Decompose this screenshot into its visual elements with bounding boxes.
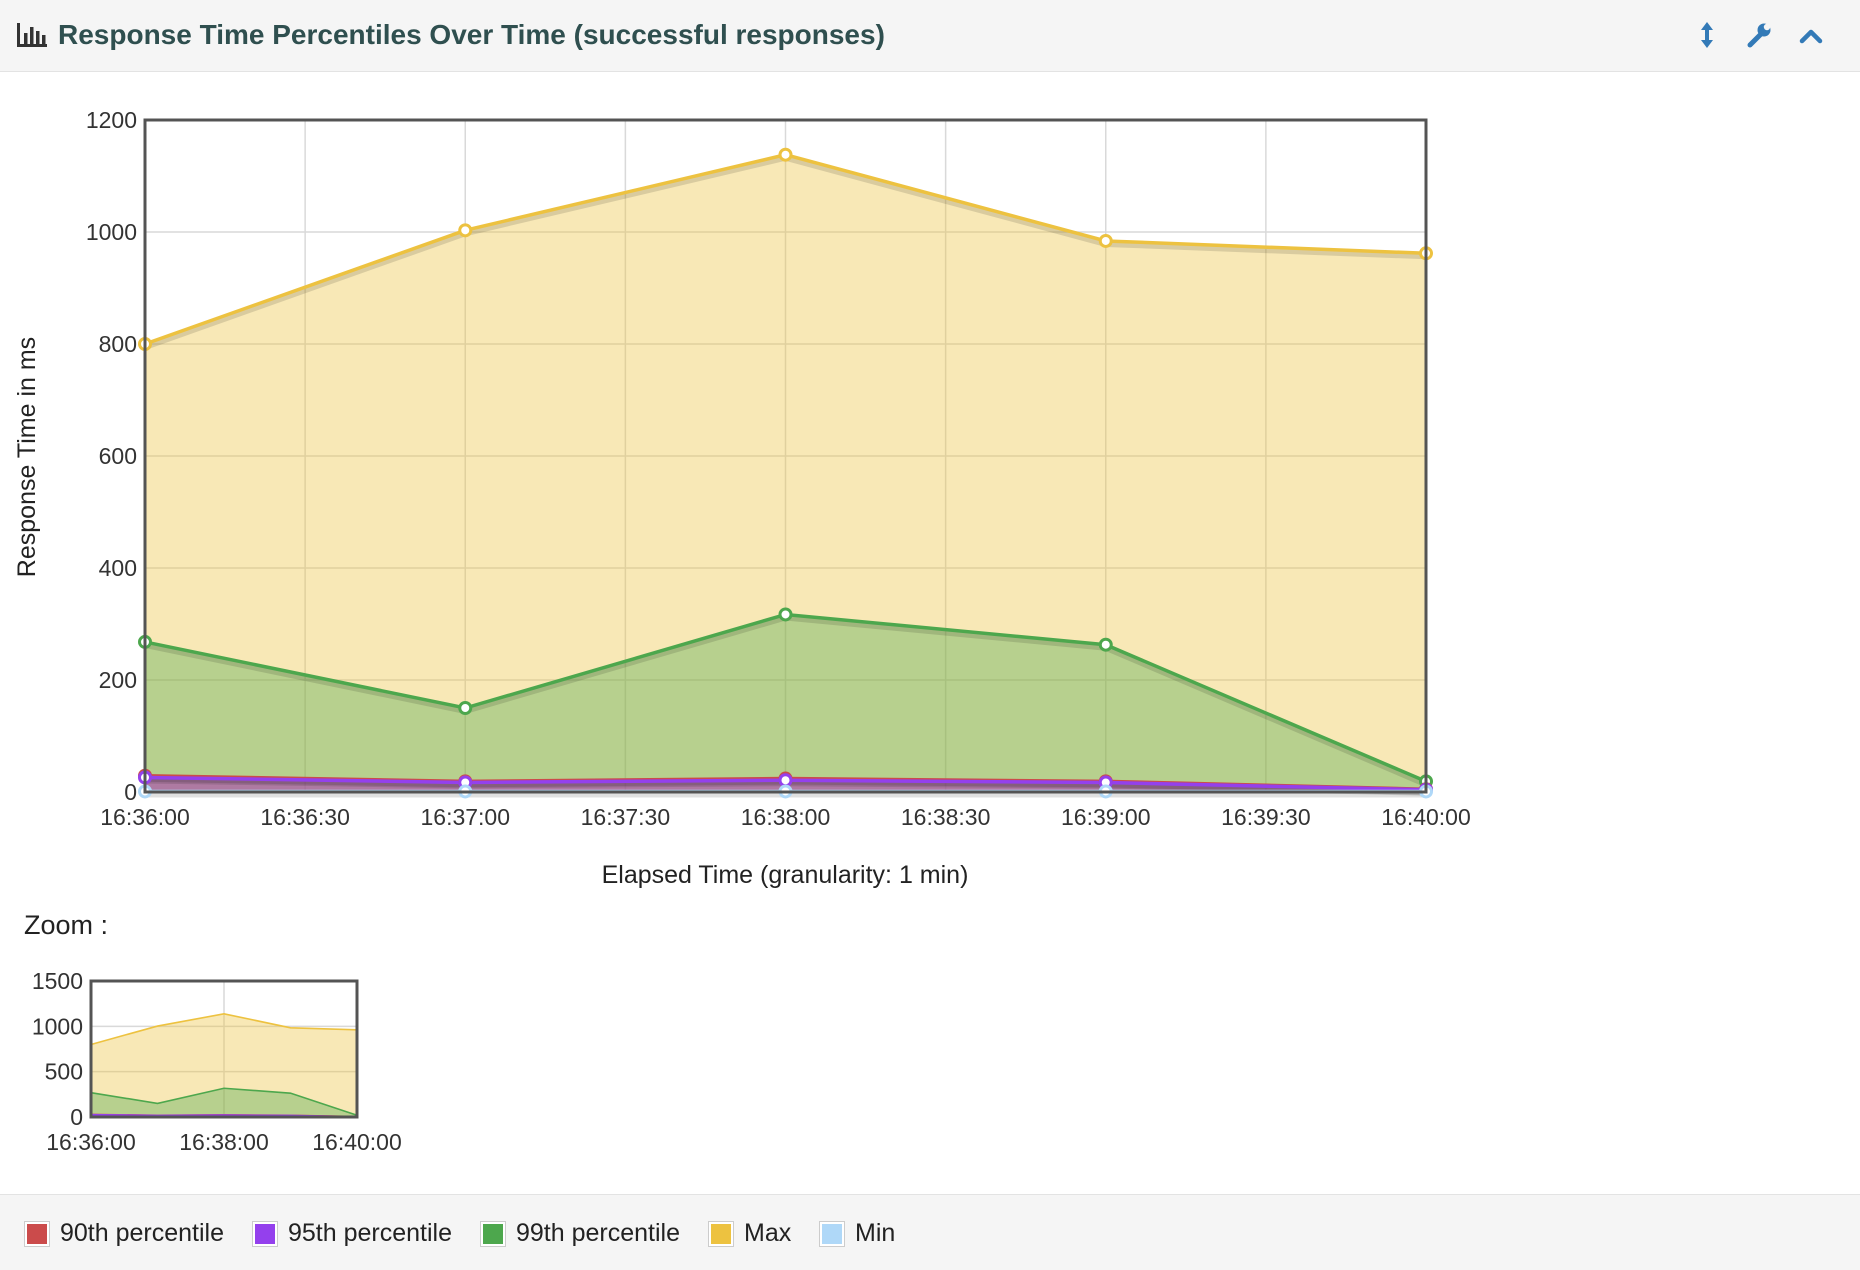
legend-swatch-max	[708, 1220, 734, 1247]
panel-title: Response Time Percentiles Over Time (suc…	[58, 19, 885, 50]
data-point-max	[778, 147, 793, 162]
legend-item-max[interactable]: Max	[708, 1219, 791, 1248]
data-point-max	[458, 223, 473, 238]
ov-x-tick-label: 16:36:00	[46, 1129, 136, 1155]
main-y-tick-label: 1000	[86, 219, 137, 245]
ov-y-tick-label: 500	[45, 1059, 83, 1085]
legend-color-max	[711, 1223, 731, 1244]
legend-swatch-min	[819, 1220, 845, 1247]
data-point-99th-percentile	[1098, 637, 1113, 652]
chart-area: 0 200 400 600 800 1000 1200 16:36:00 16:36:30 16…	[0, 72, 1860, 1192]
main-y-tick-label: 600	[99, 443, 137, 469]
legend-color-99th-percentile	[483, 1223, 503, 1244]
chart-svg[interactable]: 0 200 400 600 800 1000 1200 16:36:00 16:36:30 16…	[0, 72, 1860, 1192]
legend-color-min	[822, 1223, 842, 1244]
legend-item-99th-percentile[interactable]: 99th percentile	[480, 1219, 680, 1248]
ov-y-tick-label: 1000	[32, 1013, 83, 1039]
main-x-tick-label: 16:40:00	[1381, 804, 1471, 830]
chart-panel: Response Time Percentiles Over Time (suc…	[0, 0, 1860, 1270]
settings-button[interactable]	[1742, 18, 1776, 52]
collapse-button[interactable]	[1794, 18, 1828, 52]
main-x-tick-label: 16:38:00	[741, 804, 831, 830]
y-axis-label: Response Time in ms	[13, 337, 41, 577]
legend-label-95th-percentile: 95th percentile	[288, 1219, 453, 1247]
legend: 90th percentile 95th percentile 99th perce…	[0, 1194, 1860, 1270]
main-x-tick-label: 16:36:00	[100, 804, 190, 830]
ov-x-tick-label: 16:40:00	[312, 1129, 402, 1155]
legend-swatch-95th-percentile	[252, 1220, 278, 1247]
main-y-tick-label: 0	[124, 779, 137, 805]
ov-y-tick-label: 0	[70, 1104, 83, 1130]
zoom-label: Zoom :	[24, 910, 108, 940]
ov-x-tick-label: 16:38:00	[179, 1129, 269, 1155]
vertical-arrows-icon	[1701, 22, 1713, 48]
legend-swatch-99th-percentile	[480, 1220, 506, 1247]
legend-label-min: Min	[855, 1219, 896, 1247]
legend-color-95th-percentile	[255, 1223, 275, 1244]
main-x-tick-label: 16:37:30	[581, 804, 671, 830]
data-point-99th-percentile	[778, 607, 793, 622]
resize-button[interactable]	[1690, 18, 1724, 52]
legend-label-90th-percentile: 90th percentile	[60, 1219, 225, 1247]
data-point-95th-percentile	[778, 773, 793, 788]
data-point-max	[1098, 233, 1113, 248]
main-x-tick-label: 16:36:30	[260, 804, 350, 830]
panel-header: Response Time Percentiles Over Time (suc…	[0, 0, 1860, 72]
main-x-tick-label: 16:39:00	[1061, 804, 1151, 830]
main-y-tick-label: 400	[99, 555, 137, 581]
legend-item-95th-percentile[interactable]: 95th percentile	[252, 1219, 452, 1248]
main-x-tick-label: 16:37:00	[420, 804, 510, 830]
main-y-tick-label: 200	[99, 667, 137, 693]
x-axis-label: Elapsed Time (granularity: 1 min)	[602, 861, 969, 889]
legend-swatch-90th-percentile	[24, 1220, 50, 1247]
wrench-icon	[1747, 23, 1771, 48]
chevron-up-icon	[1799, 29, 1823, 44]
main-x-tick-label: 16:39:30	[1221, 804, 1311, 830]
legend-label-99th-percentile: 99th percentile	[516, 1219, 681, 1247]
ov-y-tick-label: 1500	[32, 968, 83, 994]
legend-item-90th-percentile[interactable]: 90th percentile	[24, 1219, 224, 1248]
main-y-tick-label: 1200	[86, 107, 137, 133]
legend-label-max: Max	[744, 1219, 792, 1247]
main-y-tick-label: 800	[99, 331, 137, 357]
main-x-tick-label: 16:38:30	[901, 804, 991, 830]
legend-item-min[interactable]: Min	[819, 1219, 895, 1248]
legend-color-90th-percentile	[27, 1223, 47, 1244]
data-point-99th-percentile	[458, 701, 473, 715]
bar-chart-icon	[17, 23, 47, 47]
